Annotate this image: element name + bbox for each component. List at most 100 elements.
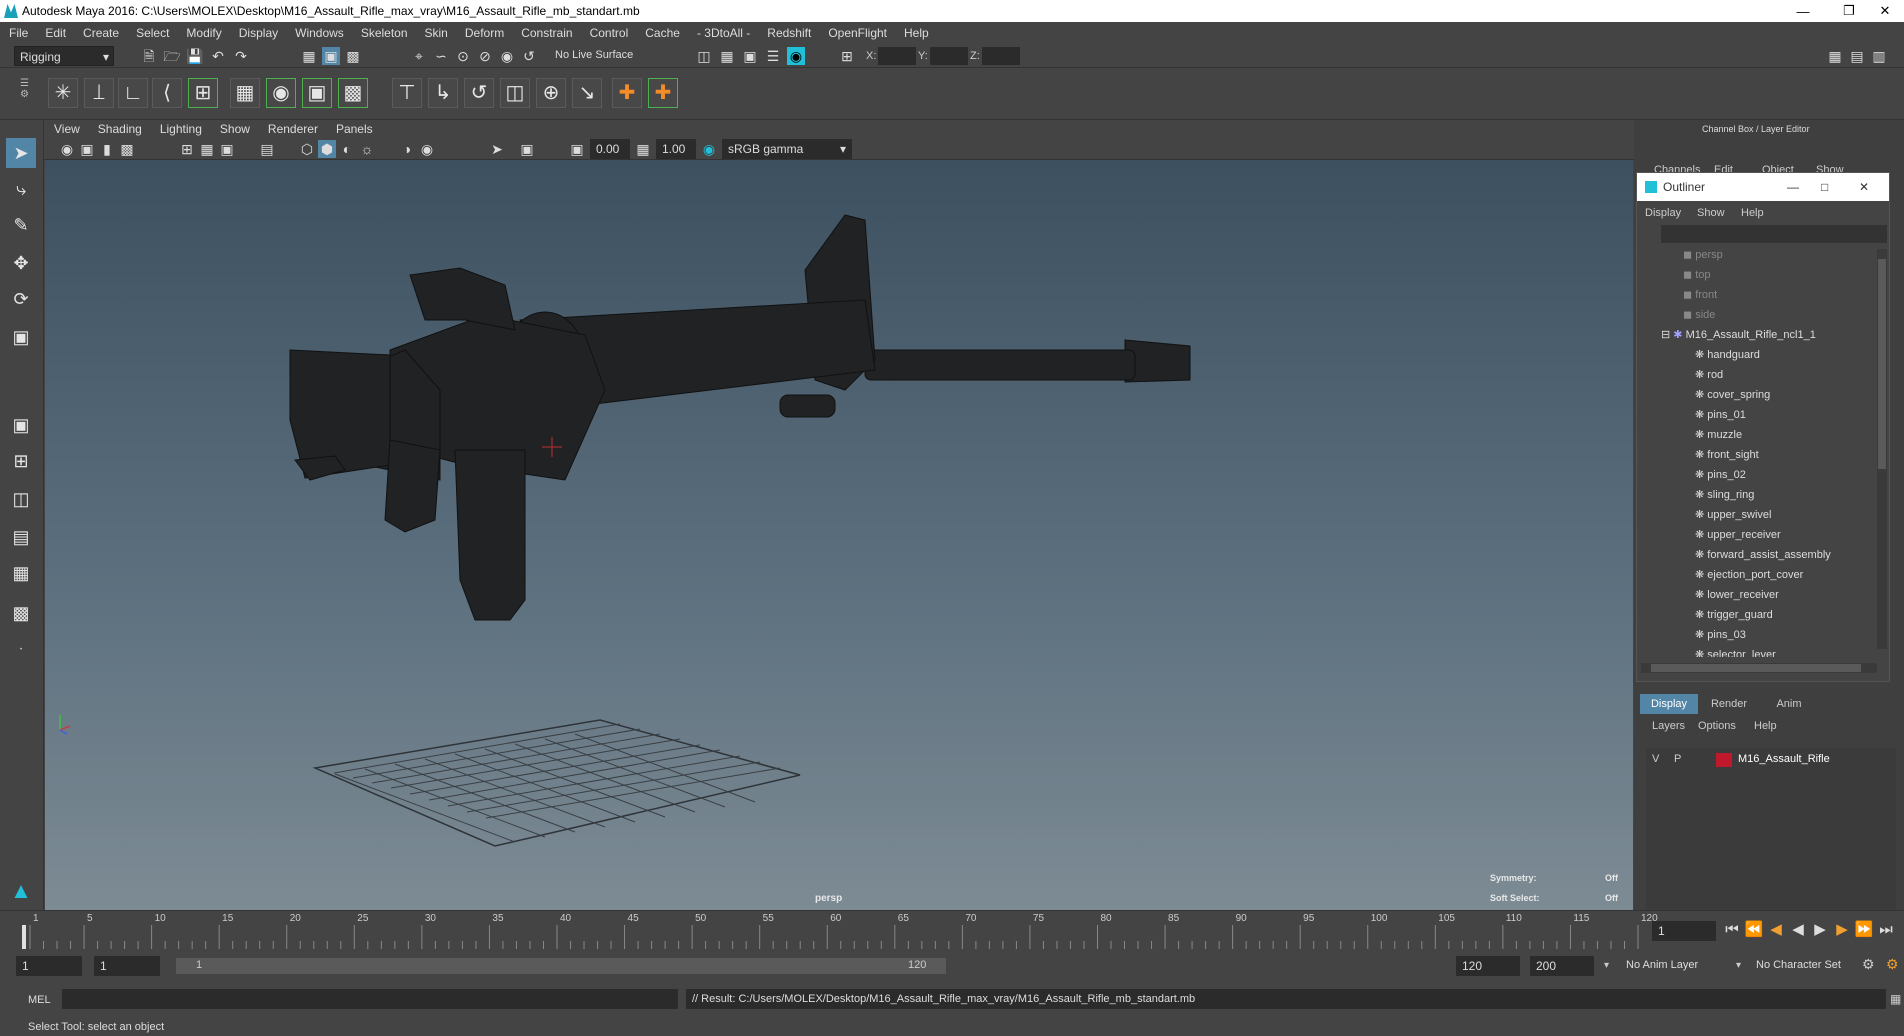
anim-layer-dropdown[interactable]: No Anim Layer (1626, 959, 1698, 971)
menu-skeleton[interactable]: Skeleton (361, 26, 408, 40)
outliner-menu-show[interactable]: Show (1697, 207, 1725, 219)
outliner-item-top[interactable]: ◼ top (1639, 265, 1875, 285)
image-plane-icon[interactable]: ▩ (118, 140, 136, 158)
ipr-render-icon[interactable]: ▣ (741, 47, 759, 65)
select-object-icon[interactable]: ▣ (322, 47, 340, 65)
render-sequence-icon[interactable]: ▦ (718, 47, 736, 65)
outliner-item-side[interactable]: ◼ side (1639, 305, 1875, 325)
layer-menu-layers[interactable]: Layers (1652, 720, 1685, 732)
select-component-icon[interactable]: ▩ (344, 47, 362, 65)
play-forwards-icon[interactable]: ▶ (1810, 919, 1830, 941)
menu-file[interactable]: File (9, 26, 28, 40)
layer-color-swatch[interactable] (1716, 753, 1732, 767)
vp-menu-show[interactable]: Show (220, 122, 250, 136)
play-backwards-icon[interactable]: ◀ (1788, 919, 1808, 941)
outliner-item[interactable]: ❋ muzzle (1639, 425, 1875, 445)
outliner-item[interactable]: ❋ selector_lever (1639, 645, 1875, 657)
render-settings-icon[interactable]: ☰ (764, 47, 782, 65)
menu-select[interactable]: Select (136, 26, 169, 40)
ambient-occlusion-icon[interactable]: ◉ (418, 140, 436, 158)
layer-menu-options[interactable]: Options (1698, 720, 1736, 732)
tab-display[interactable]: Display (1640, 694, 1698, 714)
ik-spline-icon[interactable]: ∟ (118, 78, 148, 108)
outliner-item[interactable]: ❋ forward_assist_assembly (1639, 545, 1875, 565)
transform-mode-icon[interactable]: ⊞ (838, 47, 856, 65)
menu-openflight[interactable]: OpenFlight (828, 26, 887, 40)
layer-playback-toggle[interactable]: P (1674, 753, 1681, 765)
collapse-icon[interactable]: ⊟ (1661, 329, 1670, 341)
menu-set-dropdown[interactable]: Rigging ▾ (14, 46, 114, 66)
lights-icon[interactable]: ☼ (358, 140, 376, 158)
undo-icon[interactable]: ↶ (209, 47, 227, 65)
outliner-minimize-icon[interactable]: — (1787, 173, 1799, 201)
hypershade-icon[interactable]: ◉ (787, 47, 805, 65)
current-frame-field[interactable]: 1 (1652, 921, 1716, 941)
outliner-vscrollbar[interactable] (1877, 249, 1887, 649)
outliner-item-front[interactable]: ◼ front (1639, 285, 1875, 305)
layer-row[interactable]: V P M16_Assault_Rifle (1646, 750, 1896, 770)
outliner-item[interactable]: ❋ ejection_port_cover (1639, 565, 1875, 585)
outliner-item[interactable]: ❋ pins_03 (1639, 625, 1875, 645)
vp-menu-renderer[interactable]: Renderer (268, 122, 318, 136)
menu-control[interactable]: Control (590, 26, 629, 40)
preferences-icon[interactable]: ⚙ (1886, 956, 1899, 973)
bind-skin-icon[interactable]: ▦ (230, 78, 260, 108)
menu-deform[interactable]: Deform (465, 26, 504, 40)
menu-display[interactable]: Display (239, 26, 278, 40)
scale-constraint-icon[interactable]: ◫ (500, 78, 530, 108)
menu-edit[interactable]: Edit (45, 26, 66, 40)
tab-anim[interactable]: Anim (1760, 694, 1818, 714)
chevron-down-icon[interactable]: ▾ (1736, 960, 1741, 971)
tab-render[interactable]: Render (1700, 694, 1758, 714)
new-scene-icon[interactable]: 🗎 (140, 47, 158, 65)
outliner-item[interactable]: ❋ cover_spring (1639, 385, 1875, 405)
chevron-down-icon[interactable]: ▾ (1604, 960, 1609, 971)
exposure-field[interactable]: 0.00 (590, 139, 630, 159)
menu-modify[interactable]: Modify (186, 26, 221, 40)
locator-icon[interactable]: ✚ (612, 78, 642, 108)
menu-redshift[interactable]: Redshift (767, 26, 811, 40)
textured-icon[interactable]: ◐ (338, 140, 356, 158)
render-frame-icon[interactable]: ◫ (695, 47, 713, 65)
outliner-close-icon[interactable]: ✕ (1859, 173, 1869, 201)
outliner-item[interactable]: ❋ pins_02 (1639, 465, 1875, 485)
snap-view-icon[interactable]: ⊘ (476, 47, 494, 65)
outliner-titlebar[interactable]: Outliner — □ ✕ (1637, 173, 1889, 201)
scrollbar-thumb[interactable] (1651, 664, 1861, 672)
go-to-end-icon[interactable]: ⏭ (1876, 919, 1896, 941)
shadows-icon[interactable]: ◑ (398, 140, 416, 158)
save-scene-icon[interactable]: 💾 (186, 47, 204, 65)
isolate-select-icon[interactable]: ➤ (488, 140, 506, 158)
open-scene-icon[interactable]: 🗁 (163, 47, 181, 65)
menu-help[interactable]: Help (904, 26, 929, 40)
snap-grid-icon[interactable]: ⌖ (410, 47, 428, 65)
color-management-icon[interactable]: ◉ (700, 140, 718, 158)
set-driven-key-icon[interactable]: ✚ (648, 78, 678, 108)
playback-end-field[interactable]: 120 (1456, 956, 1520, 976)
snap-live-icon[interactable]: ↺ (520, 47, 538, 65)
camera-icon[interactable]: ◉ (58, 140, 76, 158)
vp-menu-shading[interactable]: Shading (98, 122, 142, 136)
menu-constrain[interactable]: Constrain (521, 26, 572, 40)
scrollbar-thumb[interactable] (1878, 259, 1886, 469)
outliner-item[interactable]: ❋ lower_receiver (1639, 585, 1875, 605)
step-forward-icon[interactable]: ⏩ (1854, 919, 1874, 941)
parent-constraint-icon[interactable]: ⊕ (536, 78, 566, 108)
xray-icon[interactable]: ▣ (518, 140, 536, 158)
layout-outliner-icon[interactable]: ▤ (6, 522, 36, 552)
step-back-key-icon[interactable]: ◀ (1766, 919, 1786, 941)
film-gate-icon[interactable]: ▦ (198, 140, 216, 158)
snap-surface-icon[interactable]: ◉ (498, 47, 516, 65)
outliner-menu-help[interactable]: Help (1741, 207, 1764, 219)
cluster-icon[interactable]: ▩ (338, 78, 368, 108)
point-constraint-icon[interactable]: ⊤ (392, 78, 422, 108)
outliner-item[interactable]: ❋ upper_swivel (1639, 505, 1875, 525)
paint-select-icon[interactable]: ✎ (6, 210, 36, 240)
four-view-icon[interactable]: ⊞ (6, 446, 36, 476)
outliner-item[interactable]: ❋ front_sight (1639, 445, 1875, 465)
safe-action-icon[interactable]: ▤ (258, 140, 276, 158)
gamma-field[interactable]: 1.00 (656, 139, 696, 159)
time-slider[interactable]: 1 5 10 15 20 25 30 35 40 45 50 55 60 65 70 75 80 85 90 95 10… (0, 910, 1904, 950)
layer-visible-toggle[interactable]: V (1652, 753, 1659, 765)
start-time-field[interactable]: 1 (16, 956, 82, 976)
